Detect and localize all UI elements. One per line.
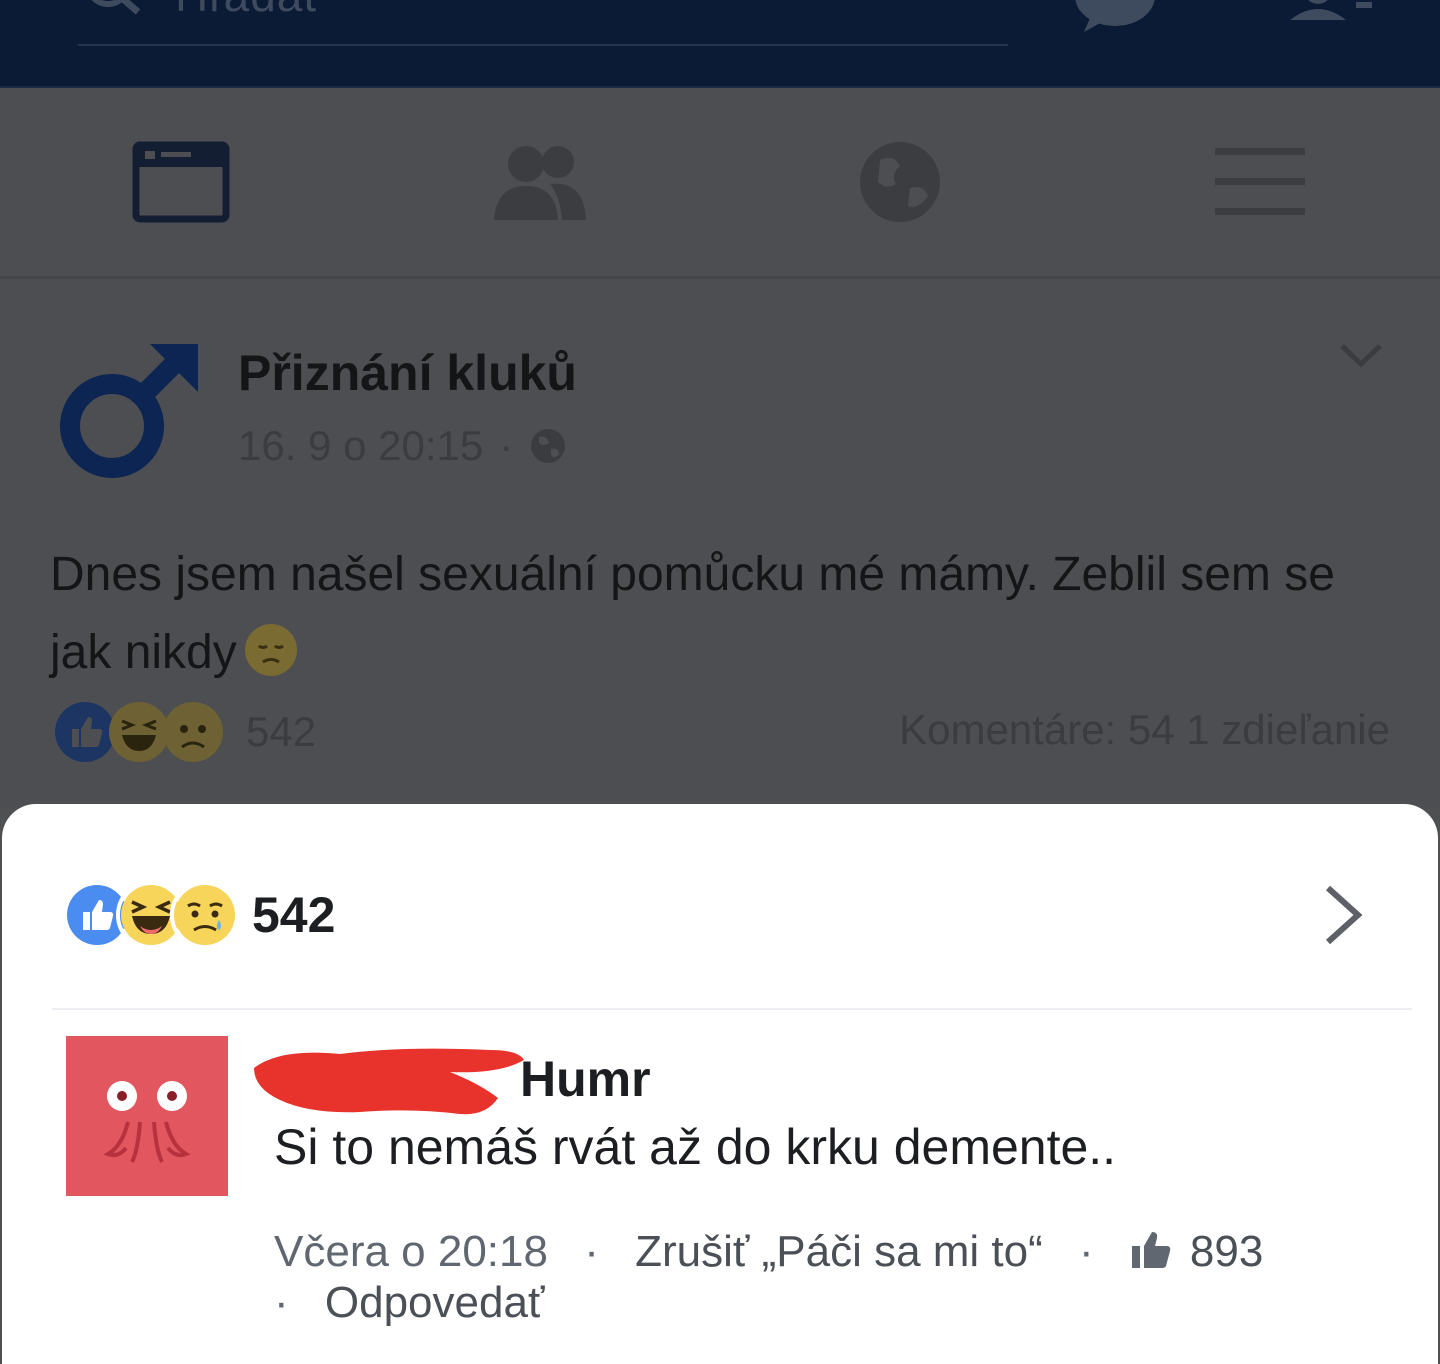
thumbs-up-icon <box>1131 1232 1171 1268</box>
sad-reaction-icon <box>158 697 228 767</box>
post-meta: 16. 9 o 20:15 · <box>238 422 567 470</box>
reaction-count: 542 <box>246 708 317 755</box>
comment-like-count[interactable]: 893 <box>1190 1227 1263 1276</box>
divider <box>52 1008 1412 1010</box>
reply-button[interactable]: Odpovedať <box>325 1278 545 1327</box>
redaction-scribble <box>254 1048 524 1115</box>
zoidberg-avatar-icon <box>103 1081 191 1163</box>
comments-shares-count[interactable]: Komentáre: 54 1 zdieľanie <box>899 706 1390 754</box>
search-icon[interactable] <box>78 0 148 24</box>
news-feed-icon <box>132 141 230 223</box>
reply-row: · Odpovedať <box>274 1278 544 1328</box>
comment-timestamp[interactable]: Včera o 20:18 <box>274 1227 548 1276</box>
comment-text: Si to nemáš rvát až do krku demente.. <box>274 1119 1117 1175</box>
search-input[interactable]: Hľadať <box>175 0 322 22</box>
tab-news-feed[interactable] <box>131 140 231 224</box>
commenter-name[interactable]: Humr <box>520 1050 651 1108</box>
search-underline <box>78 44 1008 46</box>
chevron-right-icon[interactable] <box>1320 882 1368 948</box>
post-reactions-summary[interactable]: 542 <box>50 702 316 762</box>
tab-notifications[interactable] <box>850 140 950 224</box>
comments-sheet: 542 Humr Si to nemáš rvát až do krku dem… <box>2 804 1438 1364</box>
unlike-button[interactable]: Zrušiť „Páči sa mi to“ <box>635 1227 1043 1276</box>
page-avatar-male-symbol-icon[interactable] <box>58 340 203 480</box>
tab-menu[interactable] <box>1210 140 1310 224</box>
post-body: Dnes jsem našel sexuální pomůcku mé mámy… <box>50 536 1390 692</box>
separator: · <box>1079 1227 1094 1276</box>
sheet-reactions-summary[interactable]: 542 <box>62 880 335 950</box>
sad-reaction-icon <box>170 880 240 950</box>
friends-icon <box>494 146 586 220</box>
tab-friends[interactable] <box>490 140 590 224</box>
post-timestamp[interactable]: 16. 9 o 20:15 <box>238 422 483 470</box>
friend-requests-icon[interactable] <box>1280 0 1380 30</box>
commenter-avatar[interactable] <box>66 1036 228 1196</box>
nav-tab-bar <box>0 88 1440 279</box>
top-bar: Hľadať <box>0 0 1440 88</box>
menu-icon <box>1215 148 1305 215</box>
post-options-chevron-icon[interactable] <box>1336 340 1386 370</box>
separator: · <box>274 1278 289 1327</box>
comment-actions: Včera o 20:18 · Zrušiť „Páči sa mi to“ ·… <box>274 1224 1384 1280</box>
public-globe-icon <box>531 429 566 463</box>
post-author[interactable]: Přiznání kluků <box>238 344 577 402</box>
dimmed-feed: Přiznání kluků 16. 9 o 20:15 · Dnes jsem… <box>0 88 1440 808</box>
globe-icon <box>860 142 940 222</box>
post-text: Dnes jsem našel sexuální pomůcku mé mámy… <box>50 548 1335 679</box>
sheet-reaction-count: 542 <box>252 887 336 943</box>
meta-separator: · <box>499 422 514 469</box>
messenger-icon[interactable] <box>1070 0 1160 34</box>
separator: · <box>584 1227 599 1276</box>
disappointed-emoji-icon <box>244 624 297 676</box>
